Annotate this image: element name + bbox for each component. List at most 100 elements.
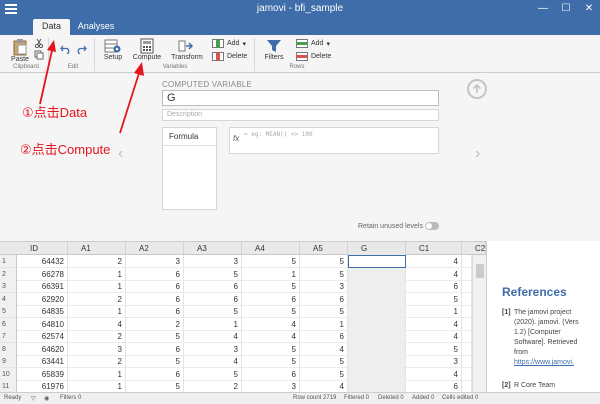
table-cell[interactable]: 6 <box>300 292 348 306</box>
table-cell[interactable]: 2 <box>68 255 126 268</box>
row-number[interactable]: 4 <box>0 292 17 306</box>
table-cell[interactable]: 1 <box>68 305 126 318</box>
table-cell[interactable]: 2 <box>126 317 184 331</box>
table-cell[interactable]: 4 <box>68 317 126 331</box>
column-header-c2[interactable]: C2 <box>462 242 486 255</box>
row-number[interactable]: 6 <box>0 317 17 331</box>
table-cell[interactable]: 6 <box>126 292 184 306</box>
table-cell[interactable]: 6 <box>126 280 184 293</box>
table-cell[interactable]: 6 <box>184 280 242 293</box>
table-cell[interactable]: 3 <box>406 355 462 368</box>
table-cell[interactable]: 5 <box>406 292 462 306</box>
table-cell[interactable]: 5 <box>242 255 300 268</box>
table-cell[interactable]: 4 <box>406 330 462 343</box>
table-cell[interactable] <box>348 342 406 356</box>
table-cell[interactable]: 6 <box>184 292 242 306</box>
scrollbar-thumb[interactable] <box>476 264 484 278</box>
table-cell[interactable]: 3 <box>300 280 348 293</box>
table-cell[interactable]: 64432 <box>17 255 68 268</box>
table-cell[interactable]: 4 <box>300 380 348 392</box>
table-cell[interactable] <box>348 367 406 381</box>
table-cell[interactable] <box>348 305 406 318</box>
table-cell[interactable]: 6 <box>406 380 462 392</box>
table-cell[interactable]: 5 <box>300 367 348 381</box>
row-number[interactable]: 5 <box>0 305 17 318</box>
table-cell[interactable]: 3 <box>184 255 242 268</box>
table-cell[interactable]: 3 <box>184 342 242 356</box>
table-cell[interactable] <box>348 380 406 392</box>
table-cell[interactable] <box>462 367 472 381</box>
row-number[interactable]: 10 <box>0 367 17 381</box>
table-cell[interactable] <box>462 355 472 368</box>
table-cell[interactable] <box>462 267 472 281</box>
table-cell[interactable]: 5 <box>300 355 348 368</box>
table-cell[interactable]: 5 <box>126 355 184 368</box>
table-cell[interactable]: 2 <box>68 330 126 343</box>
table-cell[interactable]: 62920 <box>17 292 68 306</box>
table-cell[interactable]: 1 <box>184 317 242 331</box>
table-cell[interactable]: 1 <box>406 305 462 318</box>
table-cell[interactable]: 6 <box>126 305 184 318</box>
row-number[interactable]: 7 <box>0 330 17 343</box>
table-cell[interactable]: 61976 <box>17 380 68 392</box>
column-header-c1[interactable]: C1 <box>406 242 462 255</box>
table-cell[interactable]: 1 <box>68 280 126 293</box>
table-cell[interactable]: 5 <box>242 305 300 318</box>
table-cell[interactable] <box>348 330 406 343</box>
table-cell[interactable]: 6 <box>126 267 184 281</box>
row-number[interactable]: 11 <box>0 380 17 392</box>
table-cell[interactable]: 5 <box>300 255 348 268</box>
table-cell[interactable]: 4 <box>406 317 462 331</box>
table-cell[interactable] <box>462 317 472 331</box>
table-cell[interactable] <box>462 292 472 306</box>
table-cell[interactable]: 5 <box>242 342 300 356</box>
table-cell[interactable]: 6 <box>242 367 300 381</box>
table-cell[interactable]: 6 <box>242 292 300 306</box>
table-cell[interactable]: 65839 <box>17 367 68 381</box>
table-cell[interactable] <box>348 280 406 293</box>
table-cell[interactable]: 5 <box>300 305 348 318</box>
table-cell[interactable]: 5 <box>126 380 184 392</box>
grid-scrollbar[interactable] <box>472 255 486 392</box>
column-header-g[interactable]: G <box>348 242 406 255</box>
table-cell[interactable]: 4 <box>406 267 462 281</box>
table-cell[interactable] <box>462 342 472 356</box>
table-cell[interactable] <box>348 267 406 281</box>
table-cell[interactable] <box>348 255 406 268</box>
column-header-a1[interactable]: A1 <box>68 242 126 255</box>
table-cell[interactable]: 2 <box>68 292 126 306</box>
table-cell[interactable]: 3 <box>68 342 126 356</box>
table-cell[interactable]: 64620 <box>17 342 68 356</box>
table-cell[interactable]: 5 <box>126 330 184 343</box>
table-cell[interactable]: 5 <box>300 267 348 281</box>
table-cell[interactable]: 4 <box>184 355 242 368</box>
table-cell[interactable]: 66391 <box>17 280 68 293</box>
column-header-a4[interactable]: A4 <box>242 242 300 255</box>
table-cell[interactable]: 5 <box>406 342 462 356</box>
table-cell[interactable]: 6 <box>300 330 348 343</box>
table-cell[interactable]: 5 <box>184 305 242 318</box>
table-cell[interactable]: 3 <box>126 255 184 268</box>
table-cell[interactable]: 66278 <box>17 267 68 281</box>
table-cell[interactable]: 64835 <box>17 305 68 318</box>
table-cell[interactable]: 3 <box>242 380 300 392</box>
row-number[interactable]: 3 <box>0 280 17 293</box>
column-header-a5[interactable]: A5 <box>300 242 348 255</box>
table-cell[interactable] <box>462 380 472 392</box>
table-cell[interactable]: 4 <box>406 255 462 268</box>
table-cell[interactable]: 5 <box>184 267 242 281</box>
table-cell[interactable]: 1 <box>242 267 300 281</box>
table-cell[interactable] <box>462 280 472 293</box>
table-cell[interactable]: 5 <box>242 280 300 293</box>
row-number[interactable]: 9 <box>0 355 17 368</box>
table-cell[interactable] <box>462 330 472 343</box>
table-cell[interactable]: 6 <box>406 280 462 293</box>
table-cell[interactable] <box>462 255 472 268</box>
reference-1-link[interactable]: https://www.jamovi. <box>514 358 574 368</box>
table-cell[interactable]: 2 <box>184 380 242 392</box>
table-cell[interactable] <box>348 292 406 306</box>
column-header-a2[interactable]: A2 <box>126 242 184 255</box>
table-cell[interactable]: 1 <box>68 367 126 381</box>
row-number[interactable]: 8 <box>0 342 17 356</box>
table-cell[interactable]: 2 <box>68 355 126 368</box>
